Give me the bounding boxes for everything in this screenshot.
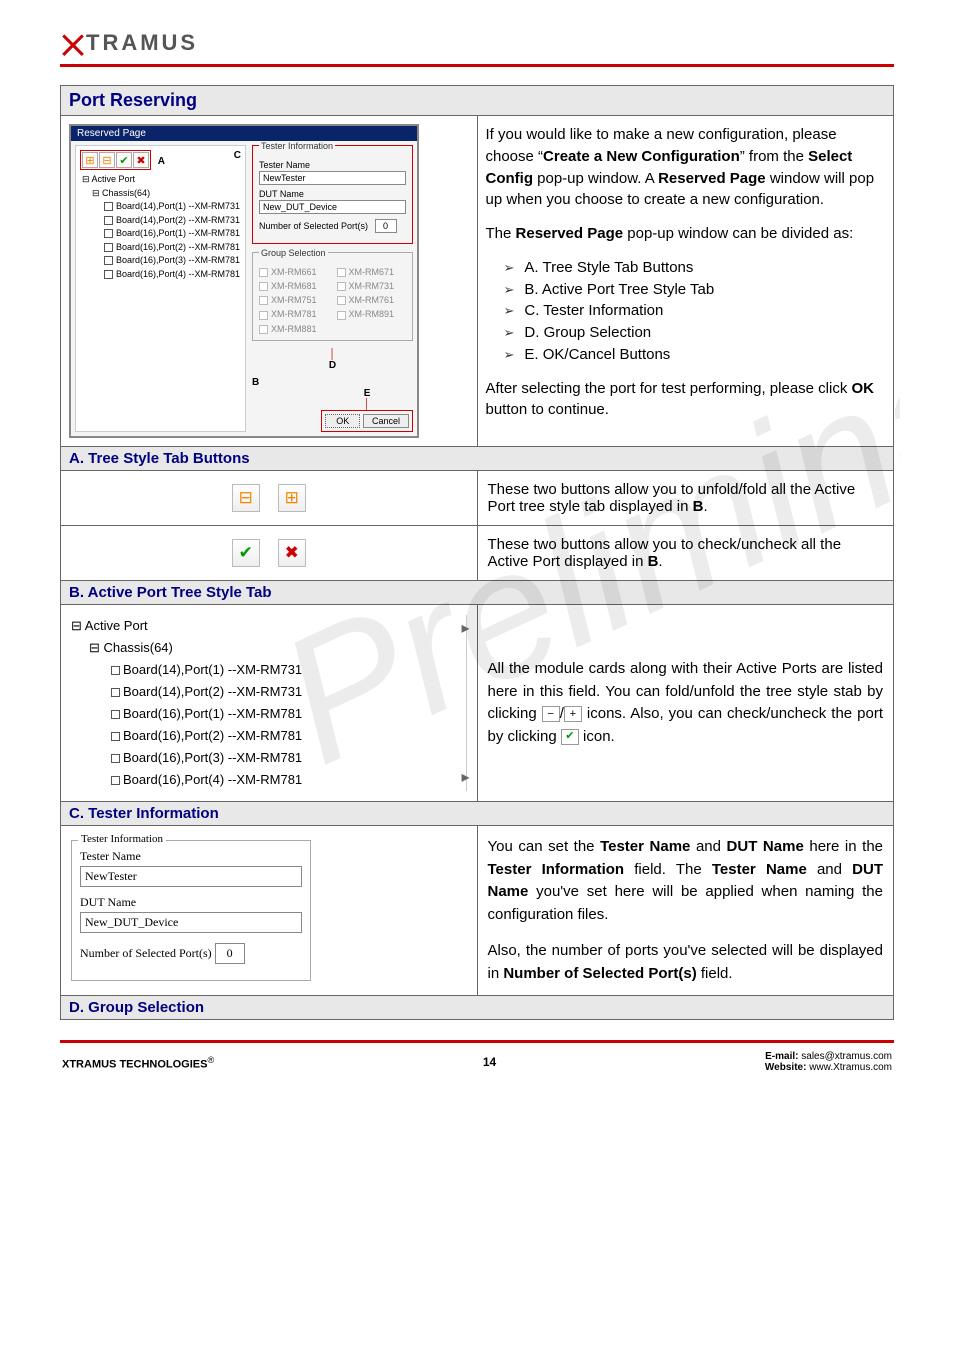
- label-d: D: [252, 360, 413, 371]
- section-b-text: All the module cards along with their Ac…: [488, 658, 884, 748]
- tree-item[interactable]: Board(14),Port(1) --XM-RM731: [116, 201, 240, 211]
- reserved-page-window: Reserved Page ⊞ ⊟ ✔ ✖ A C: [69, 124, 419, 438]
- content-table: Reserved Page ⊞ ⊟ ✔ ✖ A C: [60, 115, 894, 1020]
- uncheck-icon[interactable]: ✖: [278, 539, 306, 567]
- page-footer: XTRAMUS TECHNOLOGIES® 14 E-mail: sales@x…: [60, 1040, 894, 1081]
- logo-x-icon: [60, 30, 86, 56]
- list-item: D. Group Selection: [504, 322, 886, 344]
- list-item: A. Tree Style Tab Buttons: [504, 257, 886, 279]
- group-item[interactable]: XM-RM891: [349, 309, 395, 319]
- tester-name-input[interactable]: NewTester: [259, 171, 406, 185]
- check-icon[interactable]: ✔: [232, 539, 260, 567]
- group-item[interactable]: XM-RM881: [271, 324, 317, 334]
- section-a-text2: These two buttons allow you to check/unc…: [488, 536, 842, 570]
- tree-item[interactable]: Board(14),Port(1) --XM-RM731: [123, 662, 302, 677]
- section-c-text1: You can set the Tester Name and DUT Name…: [488, 836, 884, 926]
- port-tree-large: ▸ ⊟ Active Port ⊟ Chassis(64) Board(14),…: [71, 615, 467, 792]
- collapse-icon[interactable]: ⊟: [99, 152, 115, 168]
- section-title: Port Reserving: [60, 85, 894, 115]
- checkbox-icon: ✔: [561, 729, 579, 745]
- label-e: E: [364, 388, 371, 399]
- tree-chassis: Chassis(64): [102, 188, 150, 198]
- intro-list: A. Tree Style Tab Buttons B. Active Port…: [486, 257, 886, 366]
- page-number: 14: [214, 1055, 765, 1069]
- ports-value: 0: [375, 219, 397, 233]
- group-item[interactable]: XM-RM731: [349, 281, 395, 291]
- tree-item[interactable]: Board(16),Port(1) --XM-RM781: [123, 706, 302, 721]
- check-all-icon[interactable]: ✔: [116, 152, 132, 168]
- window-title: Reserved Page: [71, 126, 417, 141]
- tree-root: Active Port: [92, 174, 136, 184]
- tree-chassis: Chassis(64): [104, 640, 173, 655]
- minus-icon: −: [542, 706, 560, 722]
- dut-name-input[interactable]: New_DUT_Device: [80, 912, 302, 933]
- group-selection-fieldset: Group Selection XM-RM661 XM-RM671 XM-RM6…: [252, 252, 413, 341]
- tree-item[interactable]: Board(14),Port(2) --XM-RM731: [123, 684, 302, 699]
- brand-logo: TRAMUS: [60, 30, 894, 56]
- unfold-icon[interactable]: ⊟: [232, 484, 260, 512]
- list-item: C. Tester Information: [504, 300, 886, 322]
- label-c: C: [234, 150, 241, 161]
- section-d-header: D. Group Selection: [61, 996, 894, 1020]
- cancel-button[interactable]: Cancel: [363, 414, 409, 428]
- tree-item[interactable]: Board(16),Port(4) --XM-RM781: [116, 269, 240, 279]
- label-a: A: [158, 156, 165, 167]
- section-a-header: A. Tree Style Tab Buttons: [61, 446, 894, 470]
- tester-info-box: Tester Information Tester Name NewTester…: [71, 840, 311, 981]
- group-item[interactable]: XM-RM781: [271, 309, 317, 319]
- group-item[interactable]: XM-RM681: [271, 281, 317, 291]
- group-legend: Group Selection: [259, 248, 328, 258]
- name-label: Tester Name: [80, 849, 302, 864]
- ports-count-label: Number of Selected Port(s): [80, 946, 212, 960]
- port-tree-small: ⊟ Active Port ⊟ Chassis(64) Board(14),Po…: [80, 173, 241, 281]
- tree-root: Active Port: [85, 618, 148, 633]
- footer-company: XTRAMUS TECHNOLOGIES: [62, 1058, 207, 1070]
- expand-icon[interactable]: ⊞: [82, 152, 98, 168]
- section-b-header: B. Active Port Tree Style Tab: [61, 580, 894, 604]
- label-b: B: [252, 377, 413, 388]
- tester-info-fieldset: Tester Information Tester Name NewTester…: [252, 145, 413, 244]
- box-legend: Tester Information: [78, 833, 166, 845]
- section-c-text2: Also, the number of ports you've selecte…: [488, 940, 884, 985]
- ok-button[interactable]: OK: [325, 414, 360, 428]
- intro-description: If you would like to make a new configur…: [486, 124, 886, 421]
- tester-name-input[interactable]: NewTester: [80, 866, 302, 887]
- group-item[interactable]: XM-RM761: [349, 295, 395, 305]
- list-item: B. Active Port Tree Style Tab: [504, 279, 886, 301]
- uncheck-all-icon[interactable]: ✖: [133, 152, 149, 168]
- tree-item[interactable]: Board(14),Port(2) --XM-RM731: [116, 215, 240, 225]
- fold-icon[interactable]: ⊞: [278, 484, 306, 512]
- ports-label: Number of Selected Port(s): [259, 221, 368, 231]
- tree-item[interactable]: Board(16),Port(2) --XM-RM781: [116, 242, 240, 252]
- tree-item[interactable]: Board(16),Port(3) --XM-RM781: [123, 750, 302, 765]
- plus-icon: +: [564, 706, 582, 722]
- dut-label: DUT Name: [80, 895, 302, 910]
- section-a-text: These two buttons allow you to unfold/fo…: [488, 481, 856, 515]
- dut-name-input[interactable]: New_DUT_Device: [259, 200, 406, 214]
- logo-text: TRAMUS: [86, 30, 198, 56]
- group-item[interactable]: XM-RM661: [271, 267, 317, 277]
- tree-item[interactable]: Board(16),Port(2) --XM-RM781: [123, 728, 302, 743]
- dut-name-label: DUT Name: [259, 189, 406, 199]
- group-item[interactable]: XM-RM751: [271, 295, 317, 305]
- list-item: E. OK/Cancel Buttons: [504, 344, 886, 366]
- ports-count-value: 0: [215, 943, 245, 964]
- group-item[interactable]: XM-RM671: [349, 267, 395, 277]
- fieldset-legend: Tester Information: [259, 141, 335, 151]
- toolbar-buttons: ⊞ ⊟ ✔ ✖: [80, 150, 151, 170]
- footer-email: sales@xtramus.com: [801, 1051, 892, 1062]
- tree-item[interactable]: Board(16),Port(3) --XM-RM781: [116, 255, 240, 265]
- tree-item[interactable]: Board(16),Port(4) --XM-RM781: [123, 772, 302, 787]
- tree-item[interactable]: Board(16),Port(1) --XM-RM781: [116, 228, 240, 238]
- section-c-header: C. Tester Information: [61, 802, 894, 826]
- tester-name-label: Tester Name: [259, 160, 406, 170]
- header-rule: [60, 64, 894, 67]
- footer-website: www.Xtramus.com: [809, 1062, 892, 1073]
